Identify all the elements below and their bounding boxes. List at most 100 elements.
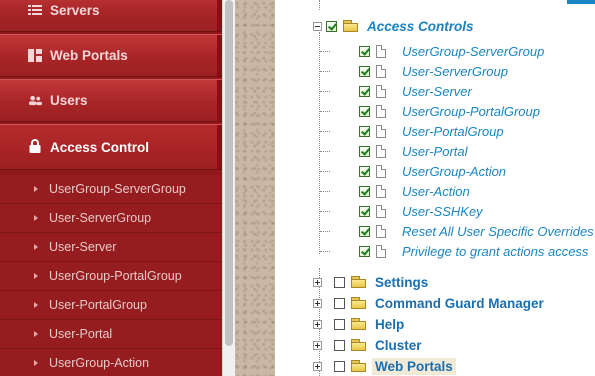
tree-leaf-label[interactable]: UserGroup-Action xyxy=(402,164,506,179)
tree-leaf-label[interactable]: User-Portal xyxy=(402,144,468,159)
subnav-item-usergroup-portalgroup[interactable]: UserGroup-PortalGroup xyxy=(0,262,222,291)
tree-connector xyxy=(319,0,320,10)
subnav-item-user-server[interactable]: User-Server xyxy=(0,233,222,262)
tree-leaf[interactable]: UserGroup-ServerGroup xyxy=(320,41,544,61)
tree-leaf[interactable]: User-Action xyxy=(320,181,470,201)
tree-node-label[interactable]: Help xyxy=(375,317,404,332)
permission-tree: Access Controls UserGroup-ServerGroup Us… xyxy=(275,0,595,376)
checkbox[interactable] xyxy=(359,185,370,197)
sidebar: Servers Web Portals Users Access Control… xyxy=(0,0,222,376)
checkbox[interactable] xyxy=(334,339,345,351)
subnav-item-user-portal[interactable]: User-Portal xyxy=(0,320,222,349)
expand-toggle[interactable] xyxy=(313,298,322,308)
tree-leaf[interactable]: User-ServerGroup xyxy=(320,61,508,81)
tree-leaf-label[interactable]: User-SSHKey xyxy=(402,204,483,219)
document-icon xyxy=(376,204,386,218)
document-icon xyxy=(376,124,386,138)
tree-leaf-label[interactable]: Privilege to grant actions access xyxy=(402,244,588,259)
document-icon xyxy=(376,224,386,238)
tree-connector xyxy=(320,211,330,212)
tree-leaf[interactable]: User-Portal xyxy=(320,141,468,161)
subnav-item-user-servergroup[interactable]: User-ServerGroup xyxy=(0,204,222,233)
checkbox[interactable] xyxy=(334,276,345,288)
tree-leaf[interactable]: Privilege to grant actions access xyxy=(320,241,588,261)
document-icon xyxy=(376,84,386,98)
tree-connector xyxy=(320,131,330,132)
nav-item-servers[interactable]: Servers xyxy=(0,0,222,32)
nav-item-label: Access Control xyxy=(50,139,150,155)
nav-item-users[interactable]: Users xyxy=(0,79,222,122)
tree-leaf-label[interactable]: UserGroup-PortalGroup xyxy=(402,104,540,119)
tree-node-label[interactable]: Cluster xyxy=(375,338,422,353)
checkbox[interactable] xyxy=(326,20,337,32)
tree-leaf[interactable]: Reset All User Specific Overrides xyxy=(320,221,594,241)
tree-connector xyxy=(320,51,330,52)
checkbox[interactable] xyxy=(359,105,370,117)
document-icon xyxy=(376,184,386,198)
checkbox[interactable] xyxy=(334,297,345,309)
tree-node-web-portals[interactable]: Web Portals xyxy=(313,356,456,376)
checkbox[interactable] xyxy=(359,85,370,97)
document-icon xyxy=(376,104,386,118)
tree-leaf[interactable]: UserGroup-Action xyxy=(320,161,506,181)
background-texture xyxy=(235,0,275,376)
checkbox[interactable] xyxy=(359,125,370,137)
tree-leaf[interactable]: UserGroup-PortalGroup xyxy=(320,101,540,121)
nav-item-label: Servers xyxy=(50,3,100,18)
tree-leaf[interactable]: User-SSHKey xyxy=(320,201,483,221)
tree-leaf-label[interactable]: User-PortalGroup xyxy=(402,124,504,139)
expand-toggle[interactable] xyxy=(313,319,322,329)
tree-node-command-guard-manager[interactable]: Command Guard Manager xyxy=(313,293,544,313)
expand-toggle[interactable] xyxy=(313,277,322,287)
expand-toggle[interactable] xyxy=(313,361,322,371)
folder-icon xyxy=(351,276,367,288)
checkbox[interactable] xyxy=(359,225,370,237)
nav-item-web-portals[interactable]: Web Portals xyxy=(0,34,222,77)
tree-node-label[interactable]: Access Controls xyxy=(367,19,474,34)
subnav-label: UserGroup-Action xyxy=(49,356,150,370)
subnav-item-user-portalgroup[interactable]: User-PortalGroup xyxy=(0,291,222,320)
scrollbar-thumb[interactable] xyxy=(225,0,233,346)
subnav-label: User-Portal xyxy=(49,327,113,341)
caret-right-icon xyxy=(34,215,38,221)
checkbox[interactable] xyxy=(359,205,370,217)
checkbox[interactable] xyxy=(359,145,370,157)
tree-connector xyxy=(320,251,330,252)
tree-node-help[interactable]: Help xyxy=(313,314,404,334)
tree-leaf-label[interactable]: User-Server xyxy=(402,84,472,99)
sidebar-scrollbar[interactable] xyxy=(222,0,235,376)
tree-connector xyxy=(320,191,330,192)
checkbox[interactable] xyxy=(359,45,370,57)
tree-leaf[interactable]: User-PortalGroup xyxy=(320,121,504,141)
subnav-item-usergroup-servergroup[interactable]: UserGroup-ServerGroup xyxy=(0,175,222,204)
tree-leaf-label[interactable]: UserGroup-ServerGroup xyxy=(402,44,544,59)
expand-toggle[interactable] xyxy=(313,340,322,350)
users-icon xyxy=(28,93,42,107)
subnav-label: User-ServerGroup xyxy=(49,211,152,225)
checkbox[interactable] xyxy=(359,165,370,177)
tree-leaf[interactable]: User-Server xyxy=(320,81,472,101)
tree-node-label[interactable]: Command Guard Manager xyxy=(375,296,544,311)
subnav-label: User-PortalGroup xyxy=(49,298,147,312)
tree-node-label[interactable]: Settings xyxy=(375,275,428,290)
caret-right-icon xyxy=(34,360,38,366)
subnav-label: UserGroup-PortalGroup xyxy=(49,269,182,283)
clipped-item-fragment xyxy=(567,0,595,4)
checkbox[interactable] xyxy=(359,245,370,257)
tree-leaf-label[interactable]: User-ServerGroup xyxy=(402,64,508,79)
tree-node-cluster[interactable]: Cluster xyxy=(313,335,422,355)
nav-item-access-control[interactable]: Access Control xyxy=(0,124,222,170)
tree-leaf-label[interactable]: User-Action xyxy=(402,184,470,199)
checkbox[interactable] xyxy=(334,318,345,330)
tree-node-settings[interactable]: Settings xyxy=(313,272,428,292)
tree-leaf-label[interactable]: Reset All User Specific Overrides xyxy=(402,224,594,239)
collapse-toggle[interactable] xyxy=(313,21,322,31)
subnav-item-usergroup-action[interactable]: UserGroup-Action xyxy=(0,349,222,376)
checkbox[interactable] xyxy=(334,360,345,372)
nav-item-label: Web Portals xyxy=(50,48,128,63)
tree-node-label[interactable]: Web Portals xyxy=(372,357,456,375)
checkbox[interactable] xyxy=(359,65,370,77)
caret-right-icon xyxy=(34,244,38,250)
document-icon xyxy=(376,164,386,178)
tree-node-access-controls[interactable]: Access Controls xyxy=(313,16,474,36)
